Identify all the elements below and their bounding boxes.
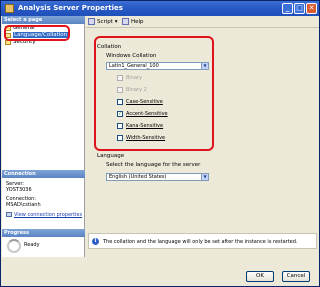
progress-status: Ready (24, 242, 40, 248)
progress-header: Progress (2, 229, 85, 237)
app-icon (5, 4, 14, 13)
cancel-button[interactable]: Cancel (282, 271, 310, 282)
checkbox-label: Binary 2 (126, 87, 147, 93)
progress-spinner-icon (7, 239, 21, 253)
toolbar: Script ▾ Help (86, 16, 319, 28)
windows-collation-value: Latin1_General_100 (109, 63, 159, 69)
connection-header: Connection (2, 170, 85, 178)
windows-collation-label: Windows Collation (106, 53, 157, 59)
left-pane: Select a page General Language/Collation… (2, 16, 85, 257)
language-value: English (United States) (109, 174, 167, 180)
help-label: Help (131, 19, 144, 25)
window-title: Analysis Server Properties (18, 4, 123, 12)
maximize-button[interactable]: □ (294, 3, 305, 14)
minimize-button[interactable]: _ (282, 3, 293, 14)
title-bar[interactable]: Analysis Server Properties _ □ ✕ (1, 1, 319, 16)
checkbox-label: Binary (126, 75, 143, 81)
view-connection-text: View connection properties (14, 212, 83, 218)
script-label: Script (97, 19, 113, 25)
view-connection-link[interactable]: View connection properties (6, 212, 82, 218)
checkbox-box (117, 87, 123, 93)
select-page-header: Select a page (2, 16, 85, 24)
chevron-down-icon[interactable]: ▼ (201, 63, 208, 69)
windows-collation-select[interactable]: Latin1_General_100 ▼ (106, 62, 209, 70)
language-select-label: Select the language for the server (106, 162, 201, 168)
highlight-annotation-left (4, 25, 70, 41)
language-select[interactable]: English (United States) ▼ (106, 173, 209, 181)
help-button[interactable]: Help (122, 16, 144, 28)
help-icon (122, 18, 129, 25)
language-group-label: Language (97, 153, 125, 159)
info-message: The collation and the language will only… (103, 239, 298, 245)
checkbox-box (117, 135, 123, 141)
script-icon (88, 18, 95, 25)
checkbox-label: Width-Sensitive (126, 135, 166, 141)
checkbox-box (117, 75, 123, 81)
properties-dialog: Analysis Server Properties _ □ ✕ Select … (0, 0, 320, 287)
info-icon: i (92, 238, 99, 245)
ok-button[interactable]: OK (246, 271, 274, 282)
connection-properties-icon (6, 212, 12, 217)
checkbox-box (117, 123, 123, 129)
checkbox-label: Accent-Sensitive (126, 111, 168, 117)
checkmark-icon: ✓ (117, 111, 123, 117)
close-button[interactable]: ✕ (306, 3, 317, 14)
info-message-bar: i The collation and the language will on… (88, 233, 317, 249)
server-value: YOST3036 (6, 187, 32, 193)
script-button[interactable]: Script ▾ (88, 16, 117, 28)
collation-group-label: Collation (97, 44, 122, 50)
checkbox-box (117, 99, 123, 105)
checkbox-label: Case-Sensitive (126, 99, 163, 105)
chevron-down-icon[interactable]: ▼ (201, 174, 208, 180)
checkbox-label: Kana-Sensitive (126, 123, 164, 129)
connection-value: MSAD\cstianh (6, 202, 41, 208)
